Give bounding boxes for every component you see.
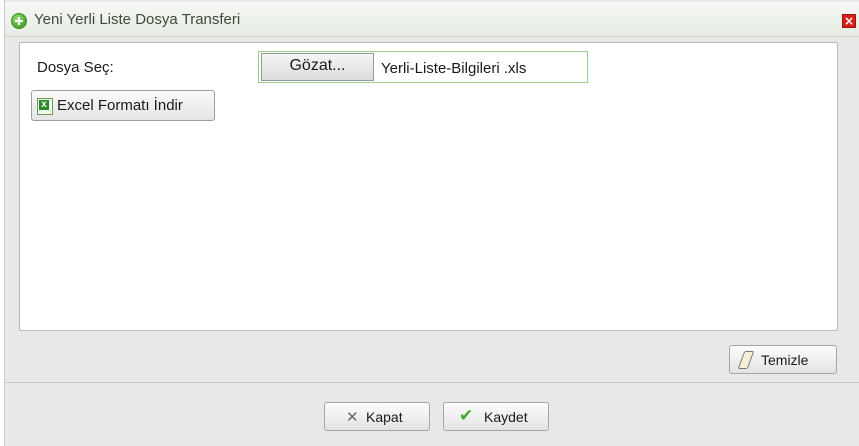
- close-dialog-button[interactable]: ×: [842, 14, 856, 28]
- dialog-titlebar: Yeni Yerli Liste Dosya Transferi ×: [5, 2, 859, 37]
- x-icon: ✕: [346, 408, 359, 426]
- download-excel-format-label: Excel Formatı İndir: [57, 97, 183, 114]
- save-button-label: Kaydet: [484, 409, 528, 425]
- add-circle-icon: [11, 13, 27, 29]
- save-button[interactable]: ✔ Kaydet: [443, 402, 549, 431]
- check-icon: ✔: [459, 406, 474, 426]
- dialog-title: Yeni Yerli Liste Dosya Transferi: [34, 11, 241, 28]
- download-excel-format-button[interactable]: Excel Formatı İndir: [31, 90, 215, 121]
- footer-divider: [5, 382, 859, 383]
- eraser-icon: [737, 351, 755, 369]
- file-select-label: Dosya Seç:: [37, 59, 114, 76]
- close-button-label: Kapat: [366, 409, 403, 425]
- selected-file-name: Yerli-Liste-Bilgileri .xls: [381, 60, 527, 77]
- clear-button-label: Temizle: [761, 352, 809, 368]
- clear-button[interactable]: Temizle: [729, 345, 837, 374]
- file-transfer-dialog: Yeni Yerli Liste Dosya Transferi × Dosya…: [4, 0, 859, 446]
- excel-file-icon: [37, 98, 53, 115]
- file-input[interactable]: Gözat... Yerli-Liste-Bilgileri .xls: [258, 51, 588, 83]
- close-button[interactable]: ✕ Kapat: [324, 402, 430, 431]
- browse-button[interactable]: Gözat...: [261, 53, 374, 81]
- dialog-content: Dosya Seç: Gözat... Yerli-Liste-Bilgiler…: [19, 42, 838, 331]
